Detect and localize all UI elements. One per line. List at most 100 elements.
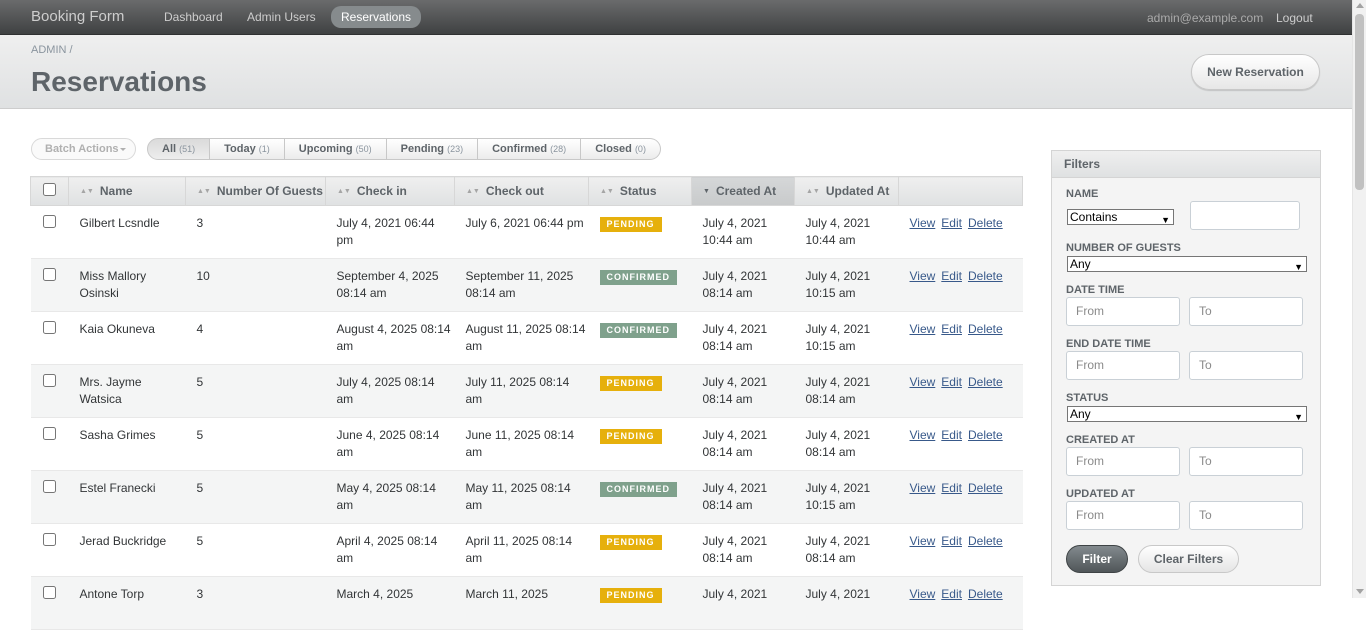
row-checkbox[interactable] [42,215,56,228]
scroll-up-arrow-icon[interactable] [1356,3,1364,8]
cell-created-at: July 4, 2021 10:44 am [691,205,795,259]
nav-tab-reservations[interactable]: Reservations [331,6,422,28]
created-at-from-input[interactable]: From [1066,447,1180,476]
edit-link[interactable]: Edit [941,428,962,442]
logout-link[interactable]: Logout [1276,11,1313,25]
view-link[interactable]: View [910,269,936,283]
edit-link[interactable]: Edit [941,481,962,495]
batch-actions-dropdown[interactable]: Batch Actions [31,138,136,160]
delete-link[interactable]: Delete [968,216,1003,230]
created-at-to-input[interactable]: To [1189,447,1303,476]
view-link[interactable]: View [910,428,936,442]
scroll-down-arrow-icon[interactable] [1356,589,1364,594]
cell-status: CONFIRMED [588,311,692,365]
nav-tab-admin-users[interactable]: Admin Users [237,6,326,28]
delete-link[interactable]: Delete [968,322,1003,336]
row-actions: View Edit Delete [898,364,1023,418]
delete-link[interactable]: Delete [968,375,1003,389]
view-link[interactable]: View [910,587,936,601]
cell-name: Kaia Okuneva [68,311,186,365]
cell-check-in: July 4, 2021 06:44 pm [325,205,455,259]
updated-at-from-input[interactable]: From [1066,501,1180,530]
row-checkbox[interactable] [42,374,56,387]
breadcrumb[interactable]: ADMIN / [31,44,73,56]
name-filter-input[interactable] [1190,201,1300,230]
row-select-cell [30,417,69,471]
select-all-checkbox[interactable] [43,183,56,196]
site-title[interactable]: Booking Form [31,8,124,25]
edit-link[interactable]: Edit [941,375,962,389]
view-link[interactable]: View [910,216,936,230]
cell-updated-at: July 4, 2021 08:14 am [794,523,899,577]
cell-status: PENDING [588,523,692,577]
row-checkbox[interactable] [42,427,56,440]
delete-link[interactable]: Delete [968,428,1003,442]
column-header-name[interactable]: ▲▼ Name [68,176,186,206]
table-row: Jerad Buckridge 5 April 4, 2025 08:14 am Ap… [30,523,1023,577]
row-checkbox[interactable] [42,586,56,599]
column-header-guests[interactable]: ▲▼ Number Of Guests [185,176,326,206]
delete-link[interactable]: Delete [968,587,1003,601]
edit-link[interactable]: Edit [941,322,962,336]
delete-link[interactable]: Delete [968,534,1003,548]
scope-confirmed[interactable]: Confirmed (28) [478,138,582,160]
scope-closed[interactable]: Closed (0) [581,138,661,160]
column-header-created-at[interactable]: ▼ Created At [691,176,795,206]
column-header-check-in[interactable]: ▲▼ Check in [325,176,455,206]
date-time-from-input[interactable]: From [1066,297,1180,326]
edit-link[interactable]: Edit [941,269,962,283]
view-link[interactable]: View [910,481,936,495]
cell-status: PENDING [588,576,692,630]
row-checkbox[interactable] [42,533,56,546]
delete-link[interactable]: Delete [968,269,1003,283]
status-badge: PENDING [599,376,662,391]
scope-all[interactable]: All (51) [147,138,211,160]
cell-guests: 5 [185,417,326,471]
column-header-status[interactable]: ▲▼ Status [588,176,692,206]
cell-check-out: April 11, 2025 08:14 am [454,523,589,577]
view-link[interactable]: View [910,375,936,389]
column-label: Check in [356,184,407,198]
status-filter-select[interactable]: Any ▼ [1067,406,1307,422]
status-badge: CONFIRMED [599,270,677,285]
status-badge: PENDING [599,535,662,550]
view-link[interactable]: View [910,534,936,548]
edit-link[interactable]: Edit [941,587,962,601]
column-header-check-out[interactable]: ▲▼ Check out [454,176,589,206]
name-operator-select[interactable]: Contains ▼ [1067,209,1174,225]
updated-at-to-input[interactable]: To [1189,501,1303,530]
row-checkbox[interactable] [42,268,56,281]
current-user-link[interactable]: admin@example.com [1147,11,1263,25]
edit-link[interactable]: Edit [941,534,962,548]
scope-label: Pending [400,143,445,155]
scope-tabs: All (51) Today (1) Upcoming (50) Pending… [147,138,661,160]
cell-name: Antone Torp [68,576,186,630]
page-scrollbar[interactable] [1352,0,1366,598]
new-reservation-button[interactable]: New Reservation [1191,54,1320,90]
end-date-time-from-input[interactable]: From [1066,351,1180,380]
status-badge: CONFIRMED [599,482,677,497]
scope-label: Closed [595,143,632,155]
row-select-cell [30,364,69,418]
column-header-updated-at[interactable]: ▲▼ Updated At [794,176,899,206]
guests-filter-select[interactable]: Any ▼ [1067,256,1307,272]
scrollbar-thumb[interactable] [1355,14,1364,190]
cell-status: PENDING [588,417,692,471]
delete-link[interactable]: Delete [968,481,1003,495]
column-label: Created At [715,184,777,198]
date-time-to-input[interactable]: To [1189,297,1303,326]
scope-pending[interactable]: Pending (23) [386,138,479,160]
scope-today[interactable]: Today (1) [210,138,285,160]
end-date-time-to-input[interactable]: To [1189,351,1303,380]
filter-button[interactable]: Filter [1066,545,1128,573]
nav-tab-dashboard[interactable]: Dashboard [154,6,233,28]
scope-count: (51) [179,144,196,154]
view-link[interactable]: View [910,322,936,336]
clear-filters-button[interactable]: Clear Filters [1138,545,1239,573]
row-checkbox[interactable] [42,480,56,493]
row-checkbox[interactable] [42,321,56,334]
scope-upcoming[interactable]: Upcoming (50) [284,138,387,160]
edit-link[interactable]: Edit [941,216,962,230]
select-value: Contains [1070,210,1118,224]
cell-check-in: March 4, 2025 [325,576,455,630]
